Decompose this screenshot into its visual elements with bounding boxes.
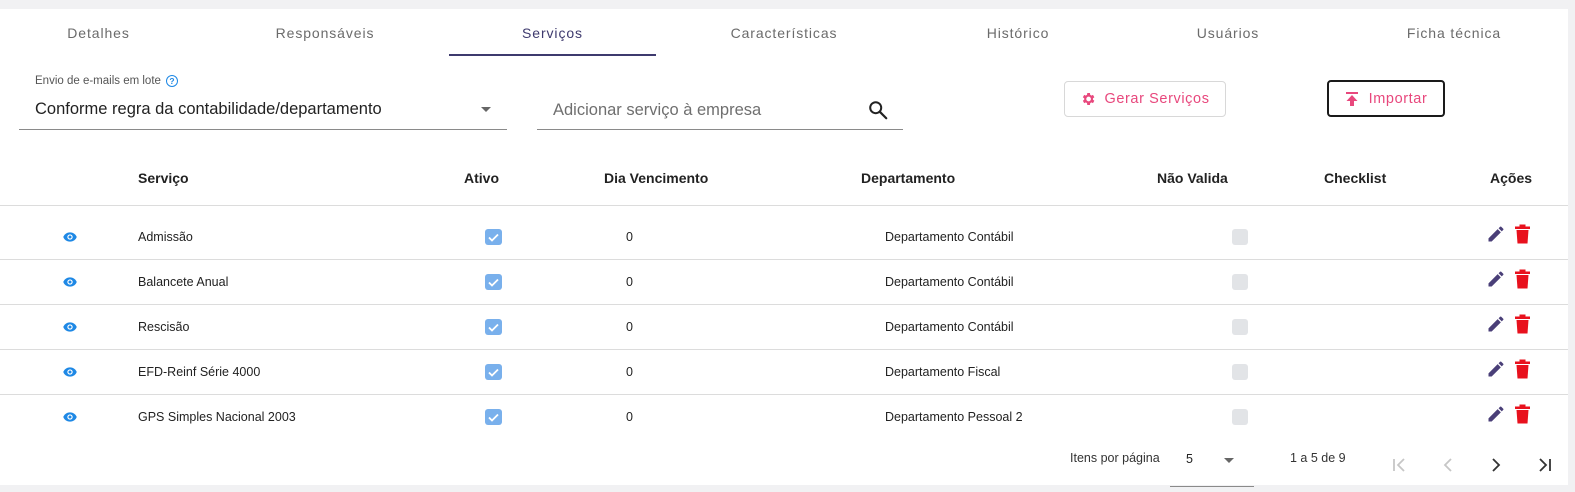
page-range-label: 1 a 5 de 9: [1290, 451, 1346, 465]
eye-icon[interactable]: [63, 366, 77, 378]
pencil-icon[interactable]: [1486, 269, 1506, 289]
trash-icon[interactable]: [1514, 269, 1531, 289]
import-label: Importar: [1368, 90, 1428, 107]
gear-icon: [1083, 93, 1095, 105]
cell-dia-vencimento: 0: [626, 230, 633, 244]
eye-icon[interactable]: [63, 411, 77, 423]
cell-servico: Admissão: [138, 230, 193, 244]
trash-icon[interactable]: [1514, 314, 1531, 334]
check-icon: [488, 278, 499, 287]
pencil-icon[interactable]: [1486, 359, 1506, 379]
header-divider: [0, 205, 1568, 206]
nao-valida-checkbox[interactable]: [1232, 364, 1248, 380]
col-header-ativo: Ativo: [464, 170, 499, 186]
cell-departamento: Departamento Pessoal 2: [885, 410, 1023, 424]
cell-servico: EFD-Reinf Série 4000: [138, 365, 261, 379]
trash-icon[interactable]: [1514, 359, 1531, 379]
cell-servico: Rescisão: [138, 320, 190, 334]
cell-servico: Balancete Anual: [138, 275, 229, 289]
nao-valida-checkbox[interactable]: [1232, 229, 1248, 245]
upload-icon: [1345, 91, 1358, 106]
cell-dia-vencimento: 0: [626, 410, 633, 424]
ativo-checkbox[interactable]: [485, 319, 502, 335]
tab-bar: Detalhes Responsáveis Serviços Caracterí…: [0, 9, 1568, 57]
table-row: Balancete Anual 0 Departamento Contábil: [0, 260, 1568, 305]
add-service-search: [537, 91, 903, 130]
import-button[interactable]: Importar: [1327, 80, 1445, 117]
email-batch-value: Conforme regra da contabilidade/departam…: [35, 100, 382, 118]
page-margin: [1568, 0, 1575, 492]
page-size-select[interactable]: 5: [1170, 445, 1254, 487]
generate-services-label: Gerar Serviços: [1104, 91, 1210, 107]
trash-icon[interactable]: [1514, 404, 1531, 424]
col-header-servico: Serviço: [138, 170, 189, 186]
tab-caracteristicas[interactable]: Características: [670, 9, 898, 57]
tab-responsaveis[interactable]: Responsáveis: [211, 9, 439, 57]
pencil-icon[interactable]: [1486, 404, 1506, 424]
ativo-checkbox[interactable]: [485, 229, 502, 245]
first-page-icon[interactable]: [1390, 455, 1410, 475]
check-icon: [488, 323, 499, 332]
pencil-icon[interactable]: [1486, 314, 1506, 334]
table-row: Admissão 0 Departamento Contábil: [0, 215, 1568, 260]
cell-dia-vencimento: 0: [626, 320, 633, 334]
tab-ficha-tecnica[interactable]: Ficha técnica: [1340, 9, 1568, 57]
check-icon: [488, 413, 499, 422]
nao-valida-checkbox[interactable]: [1232, 409, 1248, 425]
cell-dia-vencimento: 0: [626, 365, 633, 379]
last-page-icon[interactable]: [1534, 455, 1554, 475]
col-header-acoes: Ações: [1490, 170, 1533, 186]
chevron-down-icon: [481, 107, 491, 112]
items-per-page-label: Itens por página: [1070, 451, 1160, 465]
email-batch-label-wrap: Envio de e-mails em lote ?: [35, 75, 178, 87]
cell-departamento: Departamento Fiscal: [885, 365, 1001, 379]
eye-icon[interactable]: [63, 231, 77, 243]
email-batch-select[interactable]: Conforme regra da contabilidade/departam…: [19, 91, 507, 130]
company-services-panel: Detalhes Responsáveis Serviços Caracterí…: [0, 9, 1568, 487]
ativo-checkbox[interactable]: [485, 409, 502, 425]
col-header-checklist: Checklist: [1324, 170, 1387, 186]
table-row: EFD-Reinf Série 4000 0 Departamento Fiscal: [0, 350, 1568, 395]
active-tab-indicator: [449, 54, 656, 56]
page-size-value: 5: [1186, 452, 1193, 466]
nao-valida-checkbox[interactable]: [1232, 274, 1248, 290]
ativo-checkbox[interactable]: [485, 274, 502, 290]
col-header-nao-valida: Não Valida: [1157, 170, 1228, 186]
add-service-input[interactable]: [553, 97, 853, 123]
check-icon: [488, 368, 499, 377]
ativo-checkbox[interactable]: [485, 364, 502, 380]
search-icon[interactable]: [867, 99, 889, 121]
chevron-right-icon[interactable]: [1486, 455, 1506, 475]
pencil-icon[interactable]: [1486, 224, 1506, 244]
col-header-departamento: Departamento: [861, 170, 956, 186]
col-header-dia-vencimento: Dia Vencimento: [604, 170, 709, 186]
generate-services-button[interactable]: Gerar Serviços: [1064, 81, 1226, 117]
table-row: GPS Simples Nacional 2003 0 Departamento P…: [0, 395, 1568, 440]
trash-icon[interactable]: [1514, 224, 1531, 244]
help-circle-icon[interactable]: ?: [165, 75, 178, 87]
cell-servico: GPS Simples Nacional 2003: [138, 410, 296, 424]
chevron-left-icon[interactable]: [1438, 455, 1458, 475]
chevron-down-icon: [1224, 458, 1234, 463]
tab-usuarios[interactable]: Usuários: [1128, 9, 1328, 57]
nao-valida-checkbox[interactable]: [1232, 319, 1248, 335]
check-icon: [488, 233, 499, 242]
cell-departamento: Departamento Contábil: [885, 275, 1014, 289]
tab-historico[interactable]: Histórico: [908, 9, 1128, 57]
cell-dia-vencimento: 0: [626, 275, 633, 289]
eye-icon[interactable]: [63, 321, 77, 333]
eye-icon[interactable]: [63, 276, 77, 288]
tab-servicos[interactable]: Serviços: [449, 9, 656, 57]
email-batch-label: Envio de e-mails em lote: [35, 75, 161, 87]
table-row: Rescisão 0 Departamento Contábil: [0, 305, 1568, 350]
cell-departamento: Departamento Contábil: [885, 320, 1014, 334]
tab-detalhes[interactable]: Detalhes: [0, 9, 197, 57]
cell-departamento: Departamento Contábil: [885, 230, 1014, 244]
